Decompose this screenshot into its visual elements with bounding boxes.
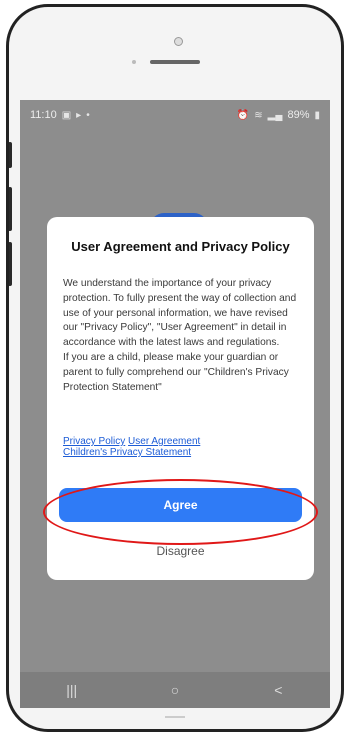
recents-icon[interactable]: ||| xyxy=(42,682,102,698)
phone-side-button xyxy=(9,242,12,286)
device-screen: 11:10 ▣ ▸ • ⏰ ≋ ▂▄ 89% ▮ User Agreement … xyxy=(20,100,330,708)
back-icon[interactable]: < xyxy=(248,682,308,698)
more-notifications-icon: • xyxy=(86,109,90,121)
dialog-paragraph-children: If you are a child, please make your gua… xyxy=(63,351,289,393)
dialog-body: We understand the importance of your pri… xyxy=(63,277,303,395)
childrens-privacy-link[interactable]: Children's Privacy Statement xyxy=(63,447,191,458)
status-right: ⏰ ≋ ▂▄ 89% ▮ xyxy=(237,109,320,121)
agree-button[interactable]: Agree xyxy=(59,488,302,522)
navigation-bar: ||| ○ < xyxy=(20,672,330,708)
phone-side-button xyxy=(9,187,12,231)
status-left: 11:10 ▣ ▸ • xyxy=(30,109,90,121)
disagree-button[interactable]: Disagree xyxy=(59,538,302,564)
dialog-title: User Agreement and Privacy Policy xyxy=(71,239,290,254)
privacy-policy-link[interactable]: Privacy Policy xyxy=(63,436,125,447)
signal-icon: ▂▄ xyxy=(267,109,283,121)
battery-percent: 89% xyxy=(287,109,310,121)
home-icon[interactable]: ○ xyxy=(145,682,205,698)
earpiece-speaker xyxy=(150,60,200,64)
gallery-notification-icon: ▣ xyxy=(61,109,72,121)
bottom-chin-mark xyxy=(165,716,185,718)
status-bar: 11:10 ▣ ▸ • ⏰ ≋ ▂▄ 89% ▮ xyxy=(20,100,330,130)
app-notification-icon: ▸ xyxy=(76,109,82,121)
alarm-icon: ⏰ xyxy=(236,109,250,121)
front-camera-icon xyxy=(174,37,183,46)
policy-links: Privacy Policy User Agreement Children's… xyxy=(63,436,303,458)
phone-side-button xyxy=(9,142,12,168)
battery-icon: ▮ xyxy=(314,109,320,121)
privacy-dialog: User Agreement and Privacy Policy We und… xyxy=(47,217,314,580)
user-agreement-link[interactable]: User Agreement xyxy=(128,436,200,447)
status-time: 11:10 xyxy=(30,109,57,121)
sensor-dot xyxy=(132,60,136,64)
wifi-icon: ≋ xyxy=(254,109,263,121)
dialog-paragraph-privacy: We understand the importance of your pri… xyxy=(63,278,297,349)
